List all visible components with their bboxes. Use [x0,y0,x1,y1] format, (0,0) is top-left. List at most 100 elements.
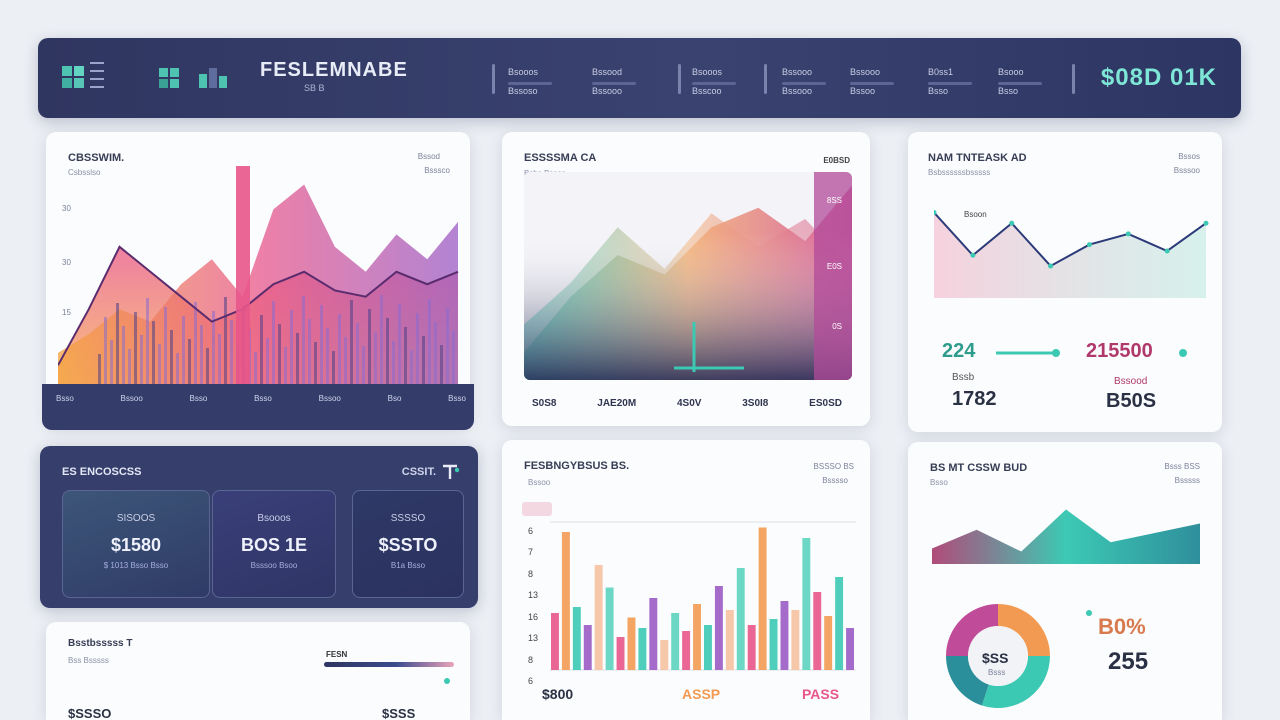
bar-mark [386,318,389,384]
nav-item-4[interactable]: Bssooo Bssooo [782,66,826,97]
bar-mark [404,327,407,384]
kpi-value: BOS 1E [240,535,308,555]
bar [747,625,756,670]
bar [605,587,614,670]
footer-value: PASS [802,686,840,702]
highlight-bar [236,166,250,384]
gradient-area-chart [524,172,852,380]
bar-mark [140,335,143,384]
y-tick: 8 [528,568,534,579]
data-point [970,252,976,258]
footer-value: ASSP [682,686,721,702]
bar [671,613,680,670]
nav-divider [1072,64,1075,94]
kpi-caption: Bsssoo Bsoo [250,561,298,570]
bar-mark [218,334,221,384]
card-tag-sub: Bsssoo [1173,166,1200,175]
kpi-tile[interactable]: SSSSO $SSTO B1a Bsso [352,490,464,598]
bar [791,610,800,670]
bar-mark [380,295,383,384]
card-corner-tag: E0BSD [823,156,850,165]
data-point [1203,220,1209,226]
card-title: ES ENCOSCSS [62,466,142,478]
donut-center-value: $SS [982,650,1009,666]
stat-sub: Bssb [952,372,975,383]
kpi-label: Bsooos [257,513,291,524]
fade-overlay [524,232,852,380]
bar [835,577,844,670]
bar [649,598,658,670]
nav-item-7[interactable]: Bsooo Bsso [998,66,1042,97]
top-header: FESLEMNABE SB B Bsooos Bssoso Bssood Bssoo… [38,38,1241,118]
bottom-summary-card: Bsstbsssss T Bss Bsssss FESN $SSSO $SSS [46,622,470,720]
x-axis-labels: Bsso Bssoo Bsso Bsso Bssoo Bso Bsso [56,394,466,403]
percent-value: B0% [1098,614,1146,639]
bar [802,538,811,670]
stat-big: B50S [1106,390,1157,412]
stat-big: 1782 [952,388,997,410]
bar [682,631,691,670]
nav-item-2[interactable]: Bssood Bssooo [592,66,636,97]
card-title: Bsstbsssss T [68,638,133,649]
kpi-label: SSSSO [390,513,426,524]
data-point [1164,248,1170,254]
card-tag-sub: Bsssso [822,476,848,485]
bar-mark [374,332,377,384]
footer-value: ES0SD [809,398,842,409]
kpi-value: $1580 [110,535,162,555]
bar-mark [284,347,287,384]
bar [693,604,701,670]
footer-value: JAE20M [597,398,637,409]
kpi-tile[interactable]: Bsooos BOS 1E Bsssoo Bsoo [212,490,336,598]
stat-dot [1179,349,1187,357]
mini-area-chart [932,509,1200,564]
stat-value: 224 [942,340,976,362]
brand-subtitle: SB B [304,83,325,93]
dashboard-icon[interactable] [154,58,184,98]
y-tick: 13 [528,633,539,644]
card-subtitle: Bssoo [528,478,551,487]
y-tick: 13 [528,590,539,601]
y-tick: 7 [528,547,534,558]
nav-item-5[interactable]: Bssooo Bssoo [850,66,894,97]
y-tick: 8 [528,654,534,665]
bar-mark [254,352,257,384]
bar-mark [344,337,347,384]
bar-mark [314,342,317,384]
bar-mark [410,350,413,384]
bar [616,637,625,670]
bar-mark [272,301,275,384]
gradient-area-card: ESSSSMA CA Bsbs Bssos E0BSD 8SS E0S 0S S… [502,132,870,426]
analytics-icon[interactable] [194,58,234,98]
nav-item-6[interactable]: B0ss1 Bsso [928,66,972,97]
trend-up-icon[interactable] [440,462,460,482]
bar-mark [164,307,167,384]
nav-item-1[interactable]: Bsooos Bssoso [508,66,552,97]
bar-mark [368,309,371,384]
bar-mark [350,300,353,384]
bar-mark [338,314,341,384]
bar-mark [428,299,431,384]
footer-value: S0S8 [532,398,557,409]
bottom-left-value: $SSSO [68,706,112,720]
bar-mark [332,351,335,384]
stat-sub: Bssood [1114,376,1148,387]
data-point [1009,220,1015,226]
bar-mark [266,338,269,384]
bar [660,640,669,670]
grid-menu-icon[interactable] [60,58,106,98]
side-label: 8SS [826,196,842,205]
kpi-summary-card: ES ENCOSCSS CSSIT. SISOOS $1580 $ 1013 B… [40,446,478,608]
bar [594,565,603,670]
donut-center-sub: Bsss [988,668,1006,677]
bar-mark [146,298,149,384]
data-point [1086,242,1092,248]
bar [780,601,789,670]
bar-mark [296,333,299,384]
bar-mark [188,339,191,384]
kpi-tile[interactable]: SISOOS $1580 $ 1013 Bsso Bsso [62,490,210,598]
bar-mark [200,325,203,384]
footer-value: 3S0I8 [742,398,769,409]
inline-label: Bsoon [964,210,987,219]
nav-item-3[interactable]: Bsooos Bsscoo [692,66,736,97]
